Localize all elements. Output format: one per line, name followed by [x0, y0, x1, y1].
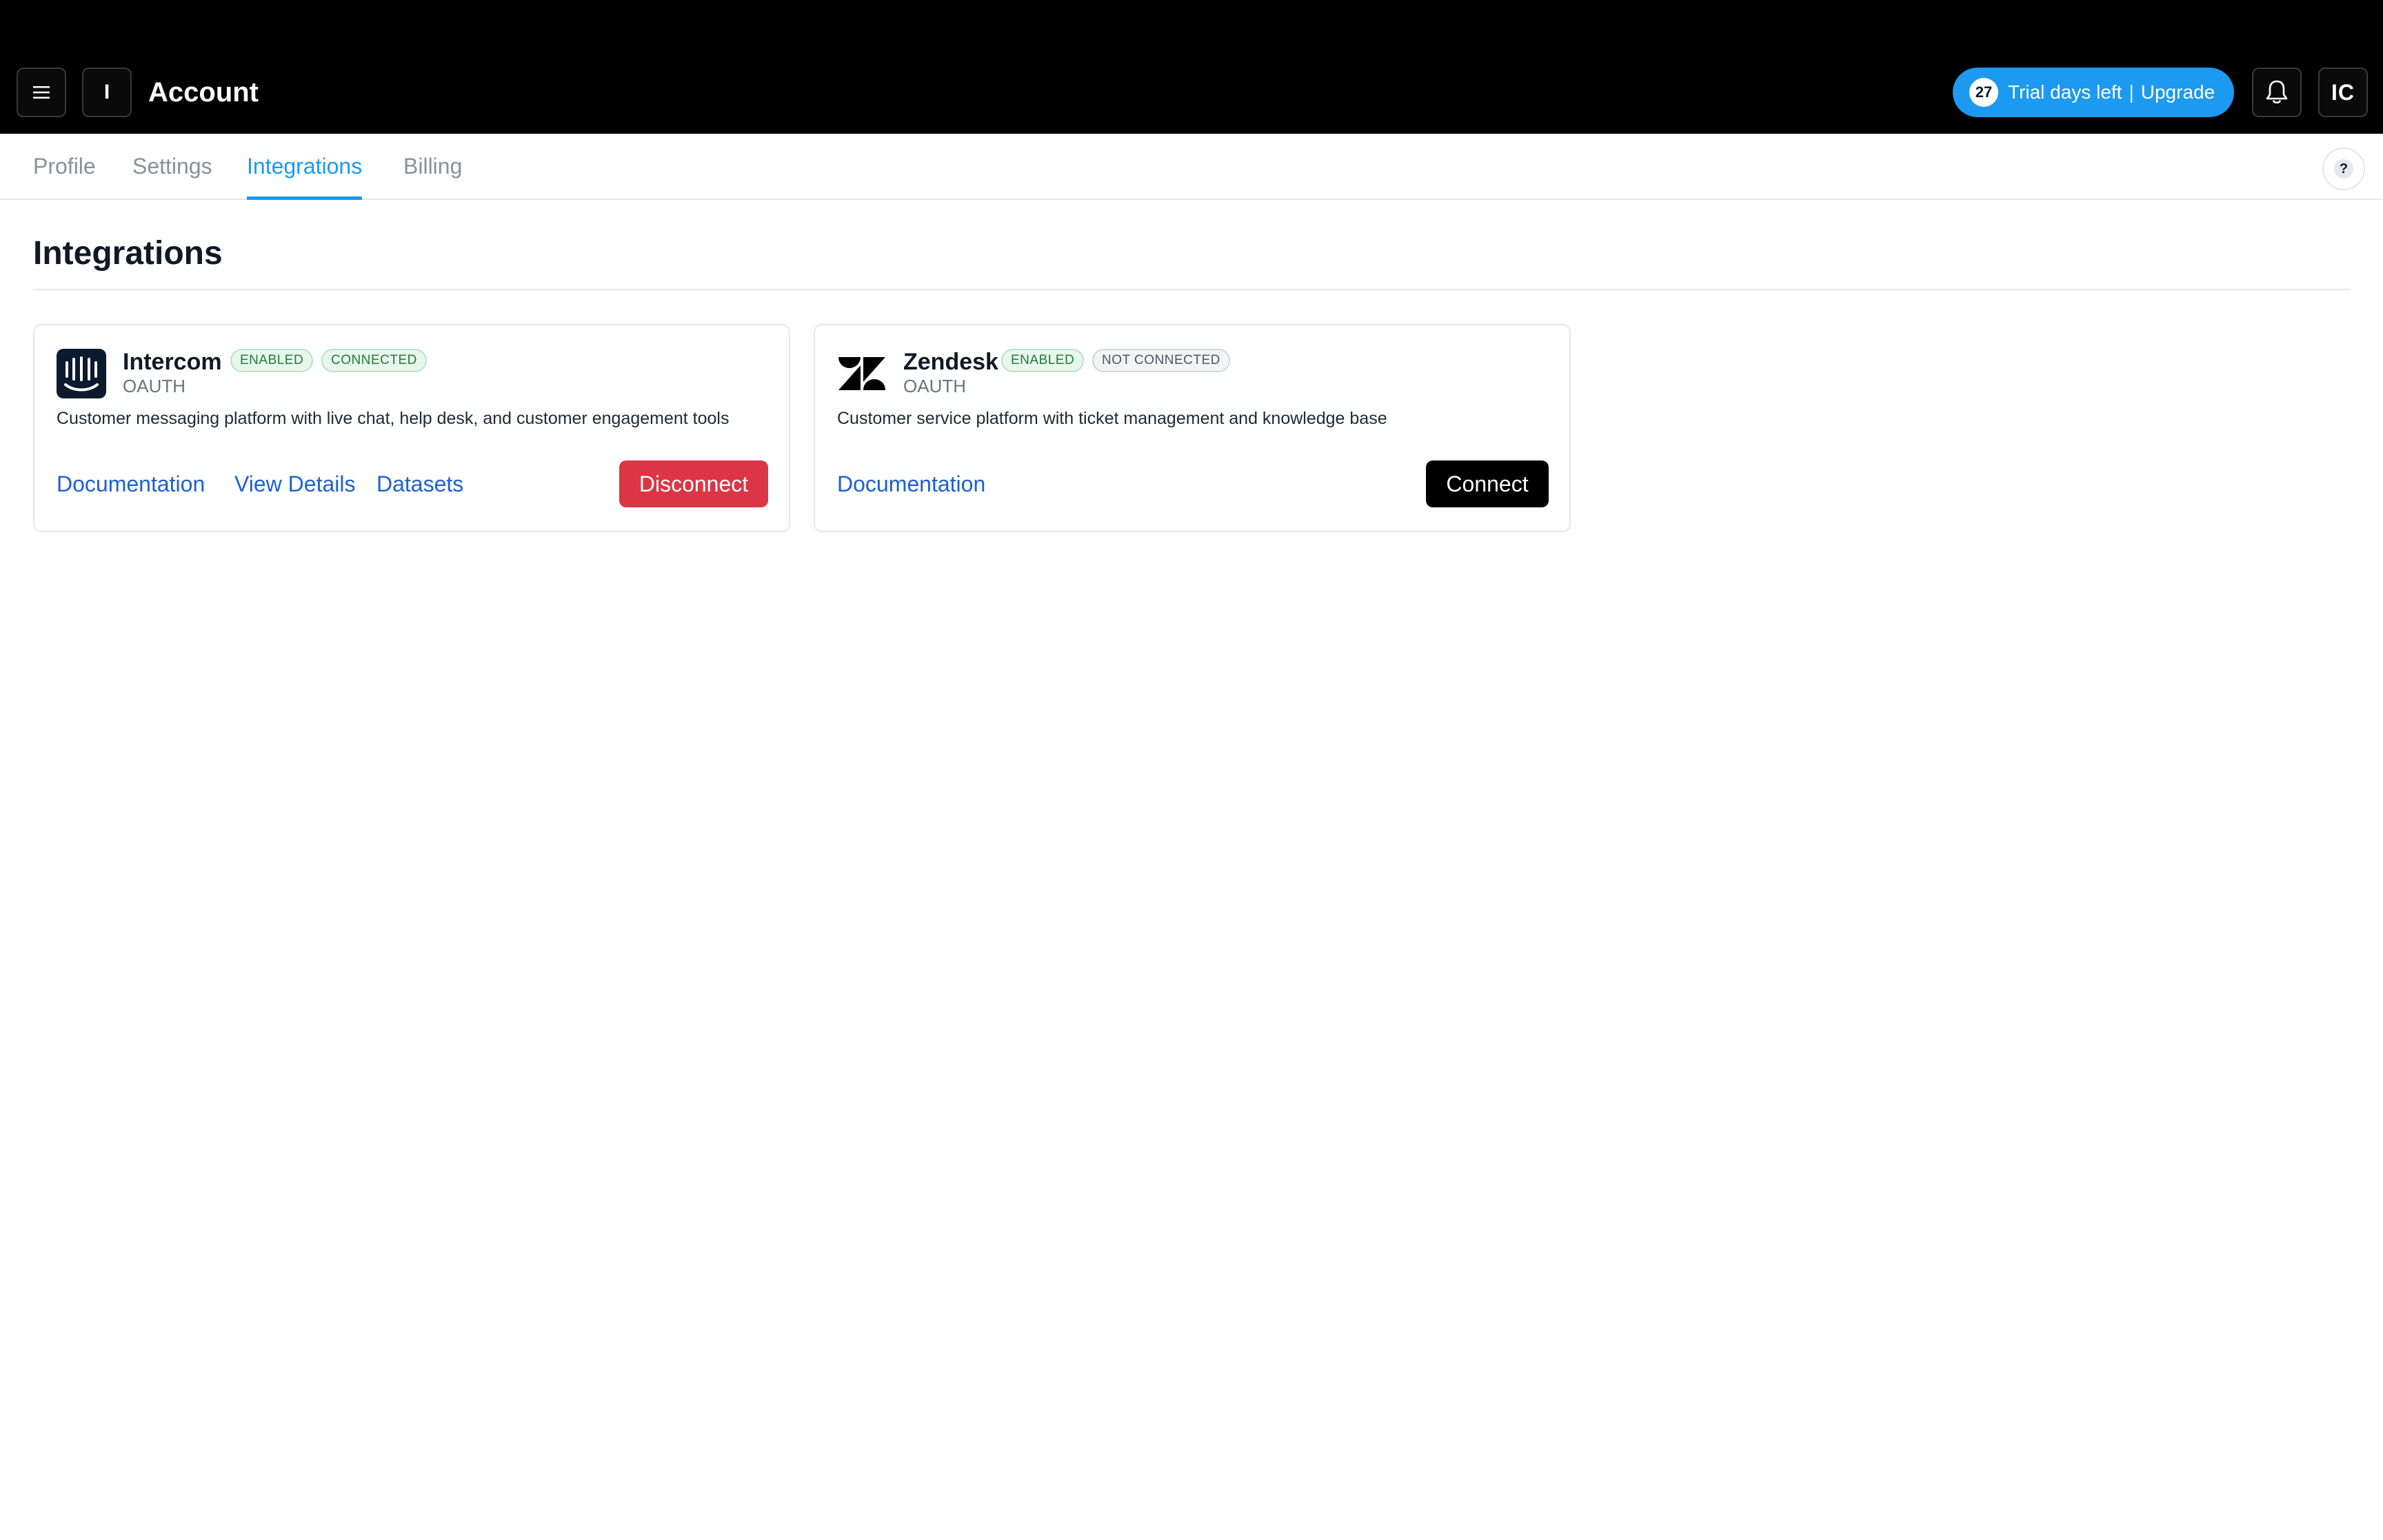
- disconnect-button[interactable]: Disconnect: [619, 460, 768, 507]
- datasets-link[interactable]: Datasets: [376, 470, 463, 498]
- trial-separator: |: [2129, 81, 2134, 103]
- app-title: Account: [148, 77, 259, 108]
- documentation-link[interactable]: Documentation: [837, 470, 985, 498]
- account-tabs: Profile Settings Integrations Billing: [0, 134, 2383, 200]
- help-button[interactable]: ?: [2322, 148, 2365, 190]
- tab-settings[interactable]: Settings: [132, 152, 212, 200]
- trial-upgrade-button[interactable]: 27 Trial days left | Upgrade: [1953, 68, 2234, 117]
- status-badge-enabled: ENABLED: [230, 349, 314, 372]
- integration-card-zendesk: Zendesk ENABLED NOT CONNECTED OAUTH Cust…: [814, 324, 1571, 532]
- integration-description: Customer messaging platform with live ch…: [57, 409, 730, 428]
- app-logo[interactable]: I: [82, 68, 132, 117]
- auth-type: OAUTH: [123, 376, 185, 396]
- status-badge-enabled: ENABLED: [1001, 349, 1085, 372]
- notifications-button[interactable]: [2252, 68, 2302, 117]
- documentation-link[interactable]: Documentation: [57, 470, 205, 498]
- integration-card-intercom: Intercom ENABLED CONNECTED OAUTH Custome…: [33, 324, 790, 532]
- status-badge-not-connected: NOT CONNECTED: [1092, 349, 1230, 372]
- bell-icon: [2266, 80, 2288, 104]
- integration-name: Intercom: [123, 349, 222, 375]
- integration-name: Zendesk: [903, 349, 998, 375]
- status-badge-connected: CONNECTED: [321, 349, 427, 372]
- trial-days-count: 27: [1969, 78, 1998, 107]
- tab-integrations[interactable]: Integrations: [247, 152, 363, 200]
- auth-type: OAUTH: [903, 376, 966, 396]
- help-icon: ?: [2334, 159, 2353, 179]
- integration-description: Customer service platform with ticket ma…: [837, 409, 1387, 428]
- trial-days-label: Trial days left: [2008, 81, 2122, 103]
- view-details-link[interactable]: View Details: [234, 470, 355, 498]
- title-divider: [33, 289, 2350, 290]
- hamburger-menu-icon: [33, 86, 50, 99]
- top-bar: I Account 27 Trial days left | Upgrade I…: [0, 0, 2383, 134]
- intercom-logo-icon: [57, 349, 106, 398]
- tab-billing[interactable]: Billing: [403, 152, 462, 200]
- connect-button[interactable]: Connect: [1426, 460, 1549, 507]
- zendesk-logo-icon: [838, 357, 885, 390]
- menu-button[interactable]: [17, 68, 66, 117]
- tab-profile[interactable]: Profile: [33, 152, 96, 200]
- user-avatar-button[interactable]: IC: [2318, 68, 2368, 117]
- page-title: Integrations: [33, 235, 223, 272]
- upgrade-label: Upgrade: [2140, 81, 2215, 103]
